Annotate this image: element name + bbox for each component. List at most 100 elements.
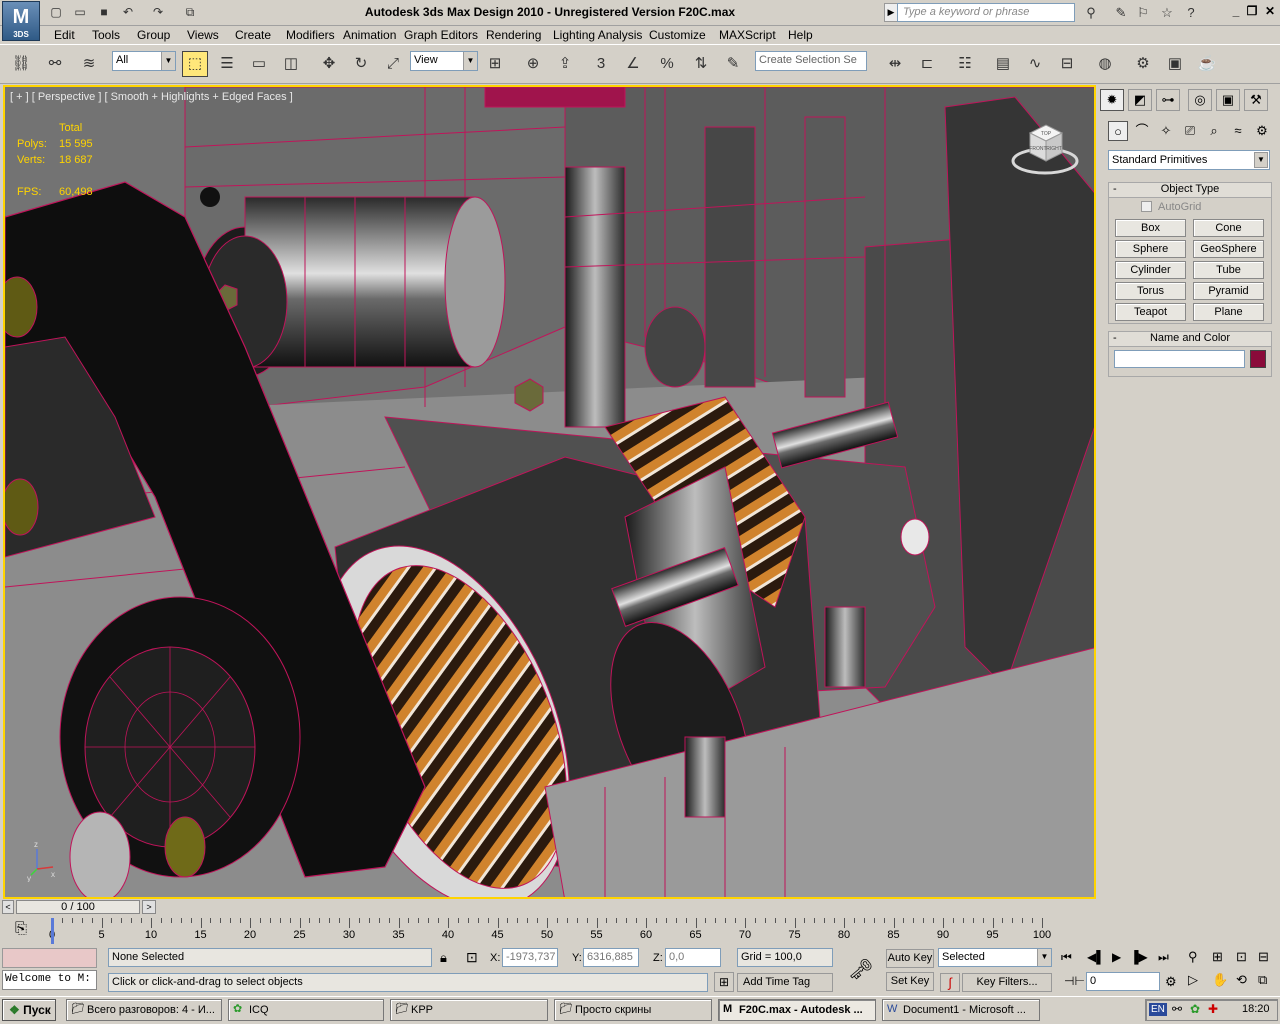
viewport-label-menu[interactable]: [ + ] [ Perspective ] [ Smooth + Highlig… [10,91,293,103]
menu-rendering[interactable]: Rendering [484,27,543,43]
menu-edit[interactable]: Edit [52,27,77,43]
cameras-category-icon[interactable]: ⎚ [1180,121,1200,141]
taskbar-item-screens-folder[interactable]: 📁︎ Просто скрины [554,999,712,1021]
window-crossing-icon[interactable]: ◫ [278,51,304,77]
key-mode-dropdown[interactable]: Selected ▼ [938,948,1052,967]
orbit-icon[interactable]: ⟲ [1236,972,1247,988]
cone-button[interactable]: Cone [1193,219,1264,237]
menu-views[interactable]: Views [185,27,221,43]
object-type-rollout-header[interactable]: - Object Type [1109,183,1271,198]
go-to-end-icon[interactable]: ⏭ [1158,950,1169,965]
render-setup-icon[interactable]: ⚙ [1130,51,1156,77]
tab-motion[interactable]: ◎ [1188,89,1212,111]
menu-maxscript[interactable]: MAXScript [717,27,778,43]
zoom-icon[interactable]: ⚲ [1188,949,1198,965]
sphere-button[interactable]: Sphere [1115,240,1186,258]
tab-display[interactable]: ▣ [1216,89,1240,111]
x-coordinate-input[interactable]: -1973,737 [502,948,558,967]
language-indicator[interactable]: EN [1149,1003,1167,1016]
selection-lock-icon[interactable]: 🔒︎ [440,950,447,966]
select-and-link-icon[interactable]: ⛓ [8,51,34,77]
previous-frame-icon[interactable]: ◀▌ [1087,950,1105,964]
box-button[interactable]: Box [1115,219,1186,237]
favorites-star-icon[interactable]: ☆ [1156,3,1178,22]
cylinder-button[interactable]: Cylinder [1115,261,1186,279]
zoom-all-icon[interactable]: ⊞ [1212,949,1223,965]
time-tag-icon[interactable]: ⊞ [714,972,734,992]
taskbar-item-3dsmax[interactable]: M F20C.max - Autodesk ... [718,999,876,1021]
select-by-name-icon[interactable]: ☰ [214,51,240,77]
current-frame-input[interactable]: 0 [1086,972,1160,991]
maxscript-welcome-text[interactable]: Welcome to M: [2,970,97,990]
key-mode-toggle-icon[interactable]: ⊣⊢ [1064,974,1085,988]
edit-named-selection-icon[interactable]: ✎ [720,51,746,77]
spinner-snap-icon[interactable]: ⇅ [688,51,714,77]
open-file-icon[interactable]: ▭ [70,3,90,21]
open-mini-curve-editor-icon[interactable]: ⎘ [8,920,34,940]
object-color-swatch[interactable] [1250,350,1266,368]
zoom-extents-all-icon[interactable]: ⊟ [1258,949,1269,965]
tab-modify[interactable]: ◩ [1128,89,1152,111]
object-name-input[interactable] [1114,350,1245,368]
subscription-center-icon[interactable]: ✎ [1110,3,1132,22]
maximize-viewport-icon[interactable]: ⧉ [1258,972,1267,988]
angle-snap-icon[interactable]: ∠ [620,51,646,77]
application-menu-button[interactable]: M 3DS [2,1,40,41]
viewcube-right-face[interactable]: RIGHT [1046,146,1062,152]
render-production-icon[interactable]: ☕ [1194,51,1220,77]
menu-create[interactable]: Create [233,27,273,43]
tab-hierarchy[interactable]: ⊶ [1156,89,1180,111]
track-bar[interactable]: 0510152025303540455055606570758085909510… [49,918,1051,944]
minimize-icon[interactable]: _ [1228,4,1244,20]
align-icon[interactable]: ⊏ [914,51,940,77]
start-button[interactable]: ❖ Пуск [2,999,56,1021]
go-to-start-icon[interactable]: ⏮ [1061,950,1072,965]
restore-icon[interactable]: ❐ [1244,4,1260,20]
geometry-category-icon[interactable]: ○ [1108,121,1128,141]
y-coordinate-input[interactable]: 6316,885 [583,948,639,967]
snaps-toggle-icon[interactable]: 3 [588,51,614,77]
tab-create[interactable]: ✹ [1100,89,1124,111]
menu-lighting-analysis[interactable]: Lighting Analysis [551,27,644,43]
plane-button[interactable]: Plane [1193,303,1264,321]
viewcube-top-face[interactable]: TOP [1041,131,1052,137]
network-icon[interactable]: ⚯ [1172,1002,1182,1016]
time-slider-next-icon[interactable]: > [142,900,156,914]
name-and-color-rollout-header[interactable]: - Name and Color [1109,332,1271,347]
geometry-type-dropdown[interactable]: Standard Primitives ▼ [1108,150,1270,170]
time-slider-thumb[interactable]: 0 / 100 [16,900,140,914]
named-selection-set-input[interactable]: Create Selection Se [755,51,867,71]
menu-modifiers[interactable]: Modifiers [284,27,337,43]
select-and-rotate-icon[interactable]: ↻ [348,51,374,77]
binoculars-search-icon[interactable]: ⚲ [1080,3,1102,22]
graphite-ribbon-icon[interactable]: ▤ [990,51,1016,77]
key-filters-button[interactable]: Key Filters... [962,973,1052,992]
communication-center-icon[interactable]: ⚐ [1132,3,1154,22]
taskbar-item-messenger[interactable]: 📁︎ Всего разговоров: 4 - И... [66,999,222,1021]
set-key-button[interactable]: Set Key [886,972,934,991]
schematic-view-icon[interactable]: ⊟ [1054,51,1080,77]
z-coordinate-input[interactable]: 0,0 [665,948,721,967]
select-object-icon[interactable]: ⬚ [182,51,208,77]
next-frame-icon[interactable]: ▐▶ [1130,950,1148,964]
field-of-view-icon[interactable]: ▷ [1188,972,1198,988]
rectangular-selection-icon[interactable]: ▭ [246,51,272,77]
viewcube-front-face[interactable]: FRONT [1029,146,1046,152]
space-warps-category-icon[interactable]: ≈ [1228,121,1248,141]
systems-category-icon[interactable]: ⚙ [1252,121,1272,141]
search-expand-icon[interactable]: ▶ [884,3,898,22]
torus-button[interactable]: Torus [1115,282,1186,300]
taskbar-item-kpp[interactable]: 📁︎ KPP [390,999,548,1021]
add-time-tag-button[interactable]: Add Time Tag [737,973,833,992]
save-icon[interactable]: ■ [94,3,114,21]
zoom-extents-icon[interactable]: ⊡ [1236,949,1247,965]
undo-icon[interactable]: ↶ [118,3,138,21]
pan-view-icon[interactable]: ✋ [1212,972,1228,988]
unlink-icon[interactable]: ⚯ [42,51,68,77]
menu-customize[interactable]: Customize [647,27,708,43]
material-editor-icon[interactable]: ◍ [1092,51,1118,77]
selection-filter-dropdown[interactable]: All ▼ [112,51,176,71]
time-slider-prev-icon[interactable]: < [2,900,14,914]
teapot-button[interactable]: Teapot [1115,303,1186,321]
pivot-center-icon[interactable]: ⊞ [482,51,508,77]
